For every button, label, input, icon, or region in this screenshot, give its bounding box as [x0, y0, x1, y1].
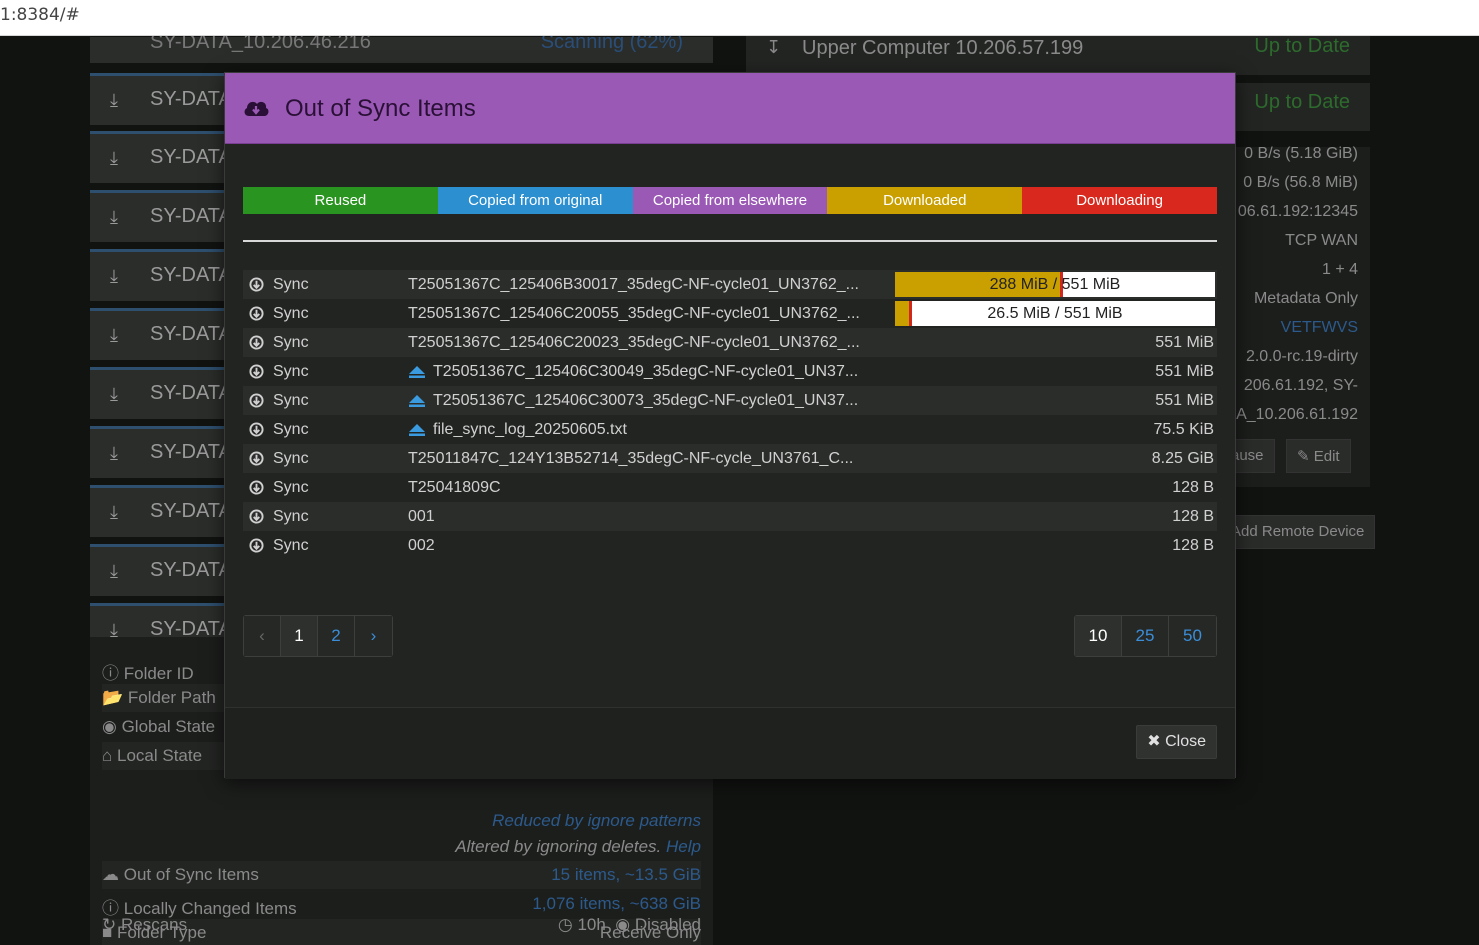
row-action: Sync [273, 276, 309, 293]
legend: Reused Copied from original Copied from el… [243, 187, 1217, 214]
sync-download-icon [249, 422, 264, 437]
sync-download-icon [249, 277, 264, 292]
row-filename[interactable]: T25011847C_124Y13B52714_35degC-NF-cycle_… [408, 450, 853, 468]
sync-download-icon [249, 364, 264, 379]
row-filename[interactable]: 002 [408, 537, 435, 555]
out-of-sync-modal: Out of Sync Items Reused Copied from orig… [224, 72, 1236, 779]
eject-icon [409, 395, 425, 407]
row-action: Sync [273, 363, 309, 380]
row-size: 128 B [1172, 479, 1214, 496]
items-table: Sync T25051367C_125406B30017_35degC-NF-cy… [243, 270, 1217, 560]
sync-download-icon [249, 509, 264, 524]
page-size-50-button[interactable]: 50 [1169, 616, 1216, 656]
row-filename[interactable]: T25051367C_125406C20023_35degC-NF-cycle0… [408, 334, 860, 352]
table-row: Sync T25051367C_125406C20023_35degC-NF-cy… [243, 328, 1217, 357]
row-filename[interactable]: file_sync_log_20250605.txt [433, 421, 627, 439]
progress-bar: 288 MiB / 551 MiB [895, 272, 1215, 297]
row-size: 8.25 GiB [1151, 450, 1214, 467]
table-row: Sync file_sync_log_20250605.txt 75.5 KiB [243, 415, 1217, 444]
row-size: 128 B [1172, 537, 1214, 554]
prev-page-button[interactable]: ‹ [244, 616, 281, 656]
row-size: 551 MiB [1155, 334, 1214, 351]
table-row: Sync T25011847C_124Y13B52714_35degC-NF-cy… [243, 444, 1217, 473]
row-action: Sync [273, 392, 309, 409]
row-size: 75.5 KiB [1153, 421, 1214, 438]
legend-item: Copied from elsewhere [632, 187, 828, 214]
row-action: Sync [273, 450, 309, 467]
row-filename[interactable]: T25051367C_125406C30073_35degC-NF-cycle0… [433, 392, 858, 410]
pagination: ‹ 1 2 › [243, 615, 393, 657]
row-action: Sync [273, 305, 309, 322]
row-filename[interactable]: T25051367C_125406C30049_35degC-NF-cycle0… [433, 363, 858, 381]
sync-download-icon [249, 335, 264, 350]
progress-label: 288 MiB / 551 MiB [989, 276, 1121, 293]
row-action: Sync [273, 537, 309, 554]
modal-header: Out of Sync Items [225, 73, 1235, 144]
legend-item: Downloading [1022, 187, 1217, 214]
eject-icon [409, 366, 425, 378]
row-filename[interactable]: T25051367C_125406C20055_35degC-NF-cycle0… [408, 305, 860, 323]
close-button[interactable]: ✖ Close [1136, 725, 1217, 759]
row-filename[interactable]: 001 [408, 508, 435, 526]
page-size-selector: 10 25 50 [1074, 615, 1217, 657]
page-1-button[interactable]: 1 [281, 616, 318, 656]
cloud-download-icon [244, 101, 269, 116]
table-row: Sync T25041809C 128 B [243, 473, 1217, 502]
modal-title: Out of Sync Items [285, 95, 476, 122]
sync-download-icon [249, 451, 264, 466]
sync-download-icon [249, 480, 264, 495]
row-action: Sync [273, 334, 309, 351]
address-bar[interactable]: 1:8384/# [0, 0, 1479, 36]
progress-label: 26.5 MiB / 551 MiB [987, 305, 1123, 322]
table-row: Sync T25051367C_125406B30017_35degC-NF-cy… [243, 270, 1217, 299]
table-row: Sync 002 128 B [243, 531, 1217, 560]
table-row: Sync T25051367C_125406C30073_35degC-NF-cy… [243, 386, 1217, 415]
modal-footer: ✖ Close [225, 707, 1235, 779]
table-row: Sync 001 128 B [243, 502, 1217, 531]
row-action: Sync [273, 479, 309, 496]
sync-download-icon [249, 538, 264, 553]
row-size: 128 B [1172, 508, 1214, 525]
row-size: 551 MiB [1155, 392, 1214, 409]
table-row: Sync T25051367C_125406C20055_35degC-NF-cy… [243, 299, 1217, 328]
legend-item: Reused [243, 187, 438, 214]
address-url[interactable]: 1:8384/# [0, 5, 80, 25]
legend-item: Downloaded [827, 187, 1023, 214]
row-filename[interactable]: T25051367C_125406B30017_35degC-NF-cycle0… [408, 276, 859, 294]
sync-download-icon [249, 306, 264, 321]
progress-bar: 26.5 MiB / 551 MiB [895, 301, 1215, 326]
eject-icon [409, 424, 425, 436]
page-size-25-button[interactable]: 25 [1122, 616, 1169, 656]
close-icon: ✖ [1147, 733, 1161, 750]
legend-item: Copied from original [437, 187, 633, 214]
divider [243, 240, 1217, 242]
table-row: Sync T25051367C_125406C30049_35degC-NF-cy… [243, 357, 1217, 386]
page-size-10-button[interactable]: 10 [1075, 616, 1122, 656]
next-page-button[interactable]: › [355, 616, 392, 656]
row-filename[interactable]: T25041809C [408, 479, 501, 497]
page-2-button[interactable]: 2 [318, 616, 355, 656]
row-action: Sync [273, 421, 309, 438]
row-size: 551 MiB [1155, 363, 1214, 380]
row-action: Sync [273, 508, 309, 525]
sync-download-icon [249, 393, 264, 408]
